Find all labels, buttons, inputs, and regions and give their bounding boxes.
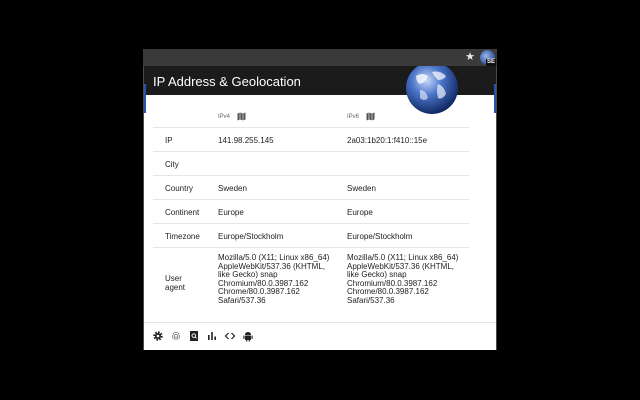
header-accent xyxy=(494,84,496,113)
ipv4-header: IPv4 xyxy=(218,112,338,121)
star-icon[interactable]: ★ xyxy=(464,51,476,63)
map-icon[interactable] xyxy=(366,112,375,121)
ipv6-header-label: IPv6 xyxy=(347,114,360,121)
ipv6-value: Sweden xyxy=(347,184,376,193)
extension-popup: IP Address & Geolocation IPv4 IPv6 IP 14… xyxy=(144,66,496,350)
bar-chart-icon[interactable] xyxy=(206,330,218,342)
ip-table: IPv4 IPv6 IP 141.98.255.145 2a03:1b20:1:… xyxy=(153,106,469,315)
map-icon[interactable] xyxy=(237,112,246,121)
row-label: IP xyxy=(165,136,173,145)
search-document-icon[interactable] xyxy=(188,330,200,342)
table-row: Timezone Europe/Stockholm Europe/Stockho… xyxy=(153,224,469,248)
code-icon[interactable] xyxy=(224,330,236,342)
header-accent xyxy=(144,84,146,113)
popup-header: IP Address & Geolocation xyxy=(144,66,496,114)
ipv4-value: Europe/Stockholm xyxy=(218,232,284,241)
ipv4-header-label: IPv4 xyxy=(218,114,231,121)
ipv4-value: Mozilla/5.0 (X11; Linux x86_64) AppleWeb… xyxy=(218,253,330,305)
popup-footer xyxy=(144,322,496,350)
ipv6-value: Europe xyxy=(347,208,373,217)
row-label: Timezone xyxy=(165,232,200,241)
row-label: City xyxy=(165,160,179,169)
ipv6-value: Europe/Stockholm xyxy=(347,232,413,241)
popup-title: IP Address & Geolocation xyxy=(153,74,301,89)
android-icon[interactable] xyxy=(242,330,254,342)
gear-icon[interactable] xyxy=(152,330,164,342)
extension-icon[interactable]: SE xyxy=(480,50,496,66)
browser-toolbar: ★ SE xyxy=(143,49,497,66)
table-row: User agent Mozilla/5.0 (X11; Linux x86_6… xyxy=(153,248,469,315)
ipv6-value: 2a03:1b20:1:f410::15e xyxy=(347,136,428,145)
extension-badge: SE xyxy=(485,59,496,66)
table-row: City xyxy=(153,152,469,176)
row-label: User agent xyxy=(165,274,186,292)
ipv6-header: IPv6 xyxy=(347,112,467,121)
ipv4-value: 141.98.255.145 xyxy=(218,136,274,145)
row-label: Continent xyxy=(165,208,200,217)
fingerprint-icon[interactable] xyxy=(170,330,182,342)
table-row: Continent Europe Europe xyxy=(153,200,469,224)
ipv6-value: Mozilla/5.0 (X11; Linux x86_64) AppleWeb… xyxy=(347,253,459,305)
ipv4-value: Sweden xyxy=(218,184,247,193)
table-header-row: IPv4 IPv6 xyxy=(153,106,469,128)
table-row: Country Sweden Sweden xyxy=(153,176,469,200)
table-row: IP 141.98.255.145 2a03:1b20:1:f410::15e xyxy=(153,128,469,152)
ipv4-value: Europe xyxy=(218,208,244,217)
row-label: Country xyxy=(165,184,194,193)
